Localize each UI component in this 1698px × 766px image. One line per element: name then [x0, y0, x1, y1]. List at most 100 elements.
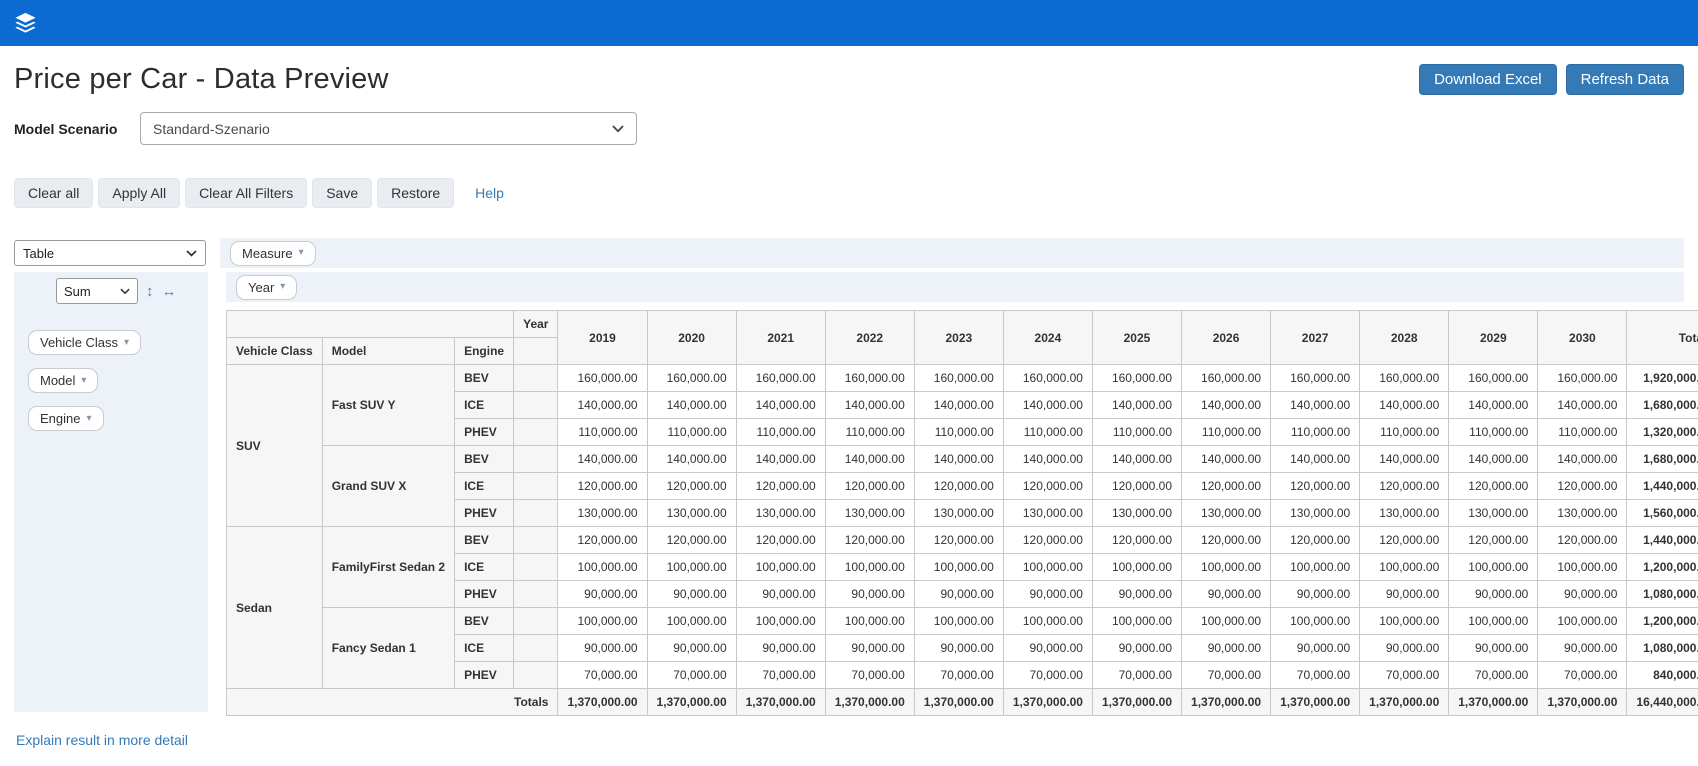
- row-dimension-header-engine[interactable]: Engine: [454, 337, 515, 365]
- year-field-pill[interactable]: Year ▾: [236, 274, 298, 300]
- engine-cell[interactable]: PHEV: [454, 661, 515, 689]
- row-spacer-cell: [513, 391, 559, 419]
- measure-field-label: Measure: [242, 245, 293, 261]
- engine-cell[interactable]: PHEV: [454, 418, 515, 446]
- corner-spacer-cell: [513, 337, 559, 365]
- year-dimension-label: Year: [513, 310, 559, 338]
- engine-cell[interactable]: ICE: [454, 634, 515, 662]
- model-cell[interactable]: FamilyFirst Sedan 2: [321, 526, 456, 608]
- value-cell: 90,000.00: [824, 580, 915, 608]
- row-total-cell: 1,440,000.00: [1626, 472, 1698, 500]
- engine-cell[interactable]: BEV: [454, 364, 515, 392]
- engine-cell[interactable]: BEV: [454, 607, 515, 635]
- row-spacer-cell: [513, 607, 559, 635]
- value-cell: 120,000.00: [557, 526, 648, 554]
- engine-cell[interactable]: PHEV: [454, 499, 515, 527]
- value-cell: 120,000.00: [1359, 526, 1450, 554]
- measure-field-pill[interactable]: Measure ▾: [230, 240, 316, 266]
- model-cell[interactable]: Fancy Sedan 1: [321, 607, 456, 689]
- row-field-pill-engine[interactable]: Engine ▾: [28, 406, 104, 431]
- model-scenario-value: Standard-Szenario: [153, 120, 270, 137]
- year-column-header-2027[interactable]: 2027: [1270, 310, 1361, 365]
- help-link[interactable]: Help: [475, 185, 504, 201]
- horizontal-arrows-icon[interactable]: ↔: [162, 284, 177, 299]
- row-total-cell: 1,200,000.00: [1626, 553, 1698, 581]
- vehicle-class-cell[interactable]: Sedan: [226, 526, 323, 689]
- value-cell: 110,000.00: [1359, 418, 1450, 446]
- value-cell: 140,000.00: [824, 445, 915, 473]
- value-cell: 100,000.00: [646, 607, 737, 635]
- value-cell: 110,000.00: [1091, 418, 1183, 446]
- year-column-header-2029[interactable]: 2029: [1448, 310, 1539, 365]
- value-cell: 130,000.00: [1091, 499, 1183, 527]
- download-excel-button[interactable]: Download Excel: [1419, 64, 1557, 95]
- toolbar-button-clear-all-filters[interactable]: Clear All Filters: [185, 178, 308, 208]
- row-spacer-cell: [513, 364, 559, 392]
- value-cell: 100,000.00: [913, 607, 1004, 635]
- explain-result-link[interactable]: Explain result in more detail: [16, 732, 188, 748]
- year-column-header-2020[interactable]: 2020: [646, 310, 737, 365]
- value-cell: 70,000.00: [1181, 661, 1272, 689]
- value-cell: 90,000.00: [1091, 634, 1183, 662]
- engine-cell[interactable]: BEV: [454, 526, 515, 554]
- row-total-cell: 1,920,000.00: [1626, 364, 1698, 392]
- value-cell: 90,000.00: [1091, 580, 1183, 608]
- engine-cell[interactable]: ICE: [454, 391, 515, 419]
- model-cell[interactable]: Grand SUV X: [321, 445, 456, 527]
- value-cell: 160,000.00: [1448, 364, 1539, 392]
- year-column-header-2024[interactable]: 2024: [1002, 310, 1093, 365]
- toolbar-button-apply-all[interactable]: Apply All: [98, 178, 181, 208]
- vehicle-class-cell[interactable]: SUV: [226, 364, 323, 527]
- engine-cell[interactable]: PHEV: [454, 580, 515, 608]
- model-cell[interactable]: Fast SUV Y: [321, 364, 456, 446]
- page-header: Price per Car - Data Preview Download Ex…: [14, 63, 1684, 96]
- row-total-cell: 1,200,000.00: [1626, 607, 1698, 635]
- toolbar-button-save[interactable]: Save: [312, 178, 373, 208]
- value-cell: 140,000.00: [1359, 391, 1450, 419]
- model-scenario-select[interactable]: Standard-Szenario: [140, 112, 637, 145]
- value-cell: 90,000.00: [1181, 634, 1272, 662]
- aggregation-select[interactable]: Sum: [56, 278, 138, 304]
- row-dimension-header-model[interactable]: Model: [321, 337, 456, 365]
- year-column-header-2022[interactable]: 2022: [824, 310, 915, 365]
- row-dimension-header-vehicle-class[interactable]: Vehicle Class: [226, 337, 323, 365]
- refresh-data-button[interactable]: Refresh Data: [1565, 64, 1684, 95]
- engine-cell[interactable]: ICE: [454, 553, 515, 581]
- row-field-pill-model[interactable]: Model ▾: [28, 368, 99, 393]
- year-column-header-2026[interactable]: 2026: [1181, 310, 1272, 365]
- toolbar-button-restore[interactable]: Restore: [377, 178, 455, 208]
- year-column-header-2030[interactable]: 2030: [1537, 310, 1628, 365]
- totals-value-cell: 1,370,000.00: [1270, 688, 1361, 716]
- value-cell: 100,000.00: [1359, 553, 1450, 581]
- year-column-header-2023[interactable]: 2023: [913, 310, 1004, 365]
- value-cell: 120,000.00: [735, 526, 826, 554]
- chevron-down-icon: [120, 288, 130, 294]
- vertical-arrows-icon[interactable]: ↕: [146, 284, 154, 299]
- value-cell: 140,000.00: [1537, 445, 1628, 473]
- value-cell: 90,000.00: [1270, 634, 1361, 662]
- year-column-header-2021[interactable]: 2021: [735, 310, 826, 365]
- layers-stack-icon[interactable]: [12, 10, 39, 37]
- toolbar-button-clear-all[interactable]: Clear all: [14, 178, 94, 208]
- row-spacer-cell: [513, 418, 559, 446]
- year-column-header-2025[interactable]: 2025: [1091, 310, 1183, 365]
- value-cell: 70,000.00: [646, 661, 737, 689]
- row-spacer-cell: [513, 526, 559, 554]
- value-cell: 140,000.00: [646, 445, 737, 473]
- value-cell: 110,000.00: [1002, 418, 1093, 446]
- value-cell: 70,000.00: [824, 661, 915, 689]
- year-column-header-2019[interactable]: 2019: [557, 310, 648, 365]
- value-cell: 140,000.00: [557, 445, 648, 473]
- value-cell: 120,000.00: [646, 472, 737, 500]
- engine-cell[interactable]: BEV: [454, 445, 515, 473]
- row-total-cell: 1,680,000.00: [1626, 391, 1698, 419]
- row-field-pill-vehicle-class[interactable]: Vehicle Class ▾: [28, 330, 142, 355]
- value-cell: 110,000.00: [1270, 418, 1361, 446]
- year-column-header-2028[interactable]: 2028: [1359, 310, 1450, 365]
- totals-column-header[interactable]: Totals: [1626, 310, 1698, 365]
- value-cell: 120,000.00: [1448, 526, 1539, 554]
- row-spacer-cell: [513, 580, 559, 608]
- view-type-select[interactable]: Table: [14, 240, 206, 266]
- engine-cell[interactable]: ICE: [454, 472, 515, 500]
- value-cell: 120,000.00: [1270, 472, 1361, 500]
